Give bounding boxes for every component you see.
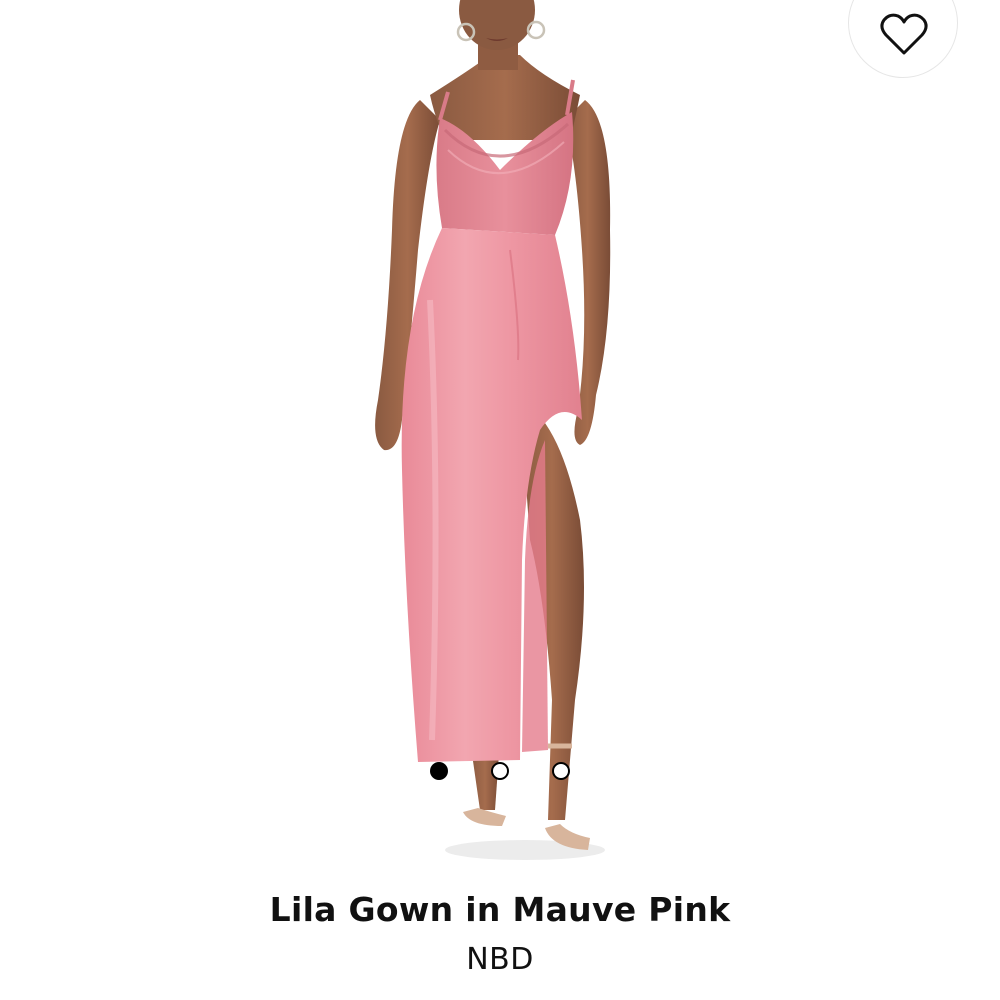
carousel-dot-3[interactable] — [552, 762, 570, 780]
shoe-left — [463, 808, 506, 826]
product-image[interactable] — [0, 0, 1000, 880]
earring-right — [526, 20, 546, 40]
image-carousel-dots — [0, 760, 1000, 784]
product-title: Lila Gown in Mauve Pink — [269, 890, 731, 929]
carousel-dot-1[interactable] — [430, 762, 448, 780]
brand-name[interactable]: NBD — [0, 942, 1000, 977]
product-page: Lila Gown in Mauve Pink NBD — [0, 0, 1000, 1000]
heart-outline-icon — [880, 13, 928, 55]
carousel-dot-2[interactable] — [491, 762, 509, 780]
